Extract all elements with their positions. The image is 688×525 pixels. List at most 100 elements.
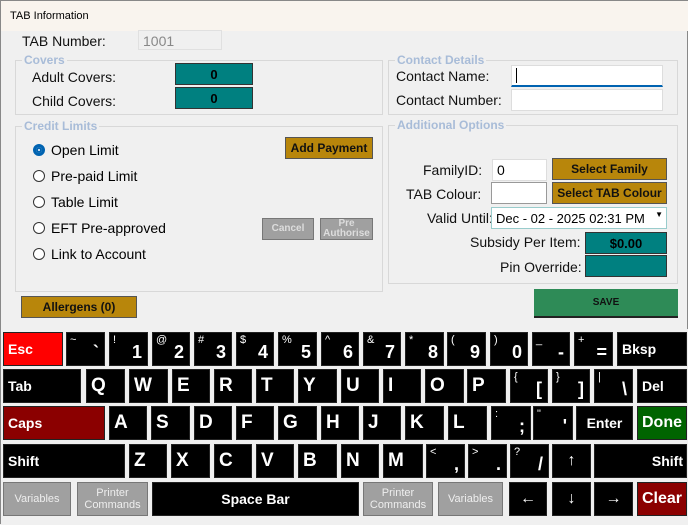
radio-icon[interactable] — [33, 144, 45, 156]
key-printer-commands[interactable]: Printer Commands — [363, 482, 433, 516]
key-t[interactable]: T — [256, 369, 294, 403]
radio-icon[interactable] — [33, 170, 45, 182]
key-done[interactable]: Done — [637, 406, 687, 440]
cancel-button[interactable]: Cancel — [262, 218, 314, 240]
contact-number-input[interactable] — [511, 89, 663, 111]
key-[interactable]: → — [594, 482, 633, 516]
key-[interactable]: | \ — [594, 369, 633, 403]
key-q[interactable]: Q — [86, 369, 125, 403]
key-space-bar[interactable]: Space Bar — [152, 482, 359, 516]
child-covers-field[interactable]: 0 — [175, 87, 253, 109]
tab-colour-swatch[interactable] — [491, 182, 547, 204]
key-[interactable]: ↓ — [552, 482, 591, 516]
key-g[interactable]: G — [278, 406, 317, 440]
key-printer-commands[interactable]: Printer Commands — [77, 482, 148, 516]
radio-icon[interactable] — [33, 248, 45, 260]
key-[interactable]: ? / — [510, 444, 549, 478]
key-del[interactable]: Del — [637, 369, 687, 403]
credit-limit-radio[interactable]: Open Limit — [33, 142, 119, 158]
key-variables[interactable]: Variables — [3, 482, 71, 516]
pre-authorise-button[interactable]: Pre Authorise — [320, 218, 373, 240]
key-8[interactable]: * 8 — [405, 332, 444, 366]
key-clear[interactable]: Clear — [637, 482, 687, 516]
select-family-button[interactable]: Select Family — [552, 158, 667, 180]
contact-name-input[interactable] — [511, 65, 663, 87]
key-bksp[interactable]: Bksp — [617, 332, 687, 366]
allergens-button[interactable]: Allergens (0) — [21, 296, 137, 318]
key-3[interactable]: #3 — [194, 332, 232, 366]
key-o[interactable]: O — [425, 369, 464, 403]
key-esc[interactable]: Esc — [3, 332, 63, 366]
key-7[interactable]: & 7 — [363, 332, 401, 366]
adult-covers-field[interactable]: 0 — [175, 63, 253, 85]
key-6[interactable]: ^ 6 — [321, 332, 359, 366]
key-k[interactable]: K — [405, 406, 444, 440]
key-d[interactable]: D — [194, 406, 232, 440]
key-[interactable]: {[ — [510, 369, 548, 403]
key-label: Printer Commands — [369, 487, 427, 511]
pin-override-field[interactable] — [585, 255, 667, 277]
key-shift[interactable]: Shift — [594, 444, 687, 478]
key-y[interactable]: Y — [298, 369, 337, 403]
key-z[interactable]: Z — [129, 444, 167, 478]
key-[interactable]: }] — [552, 369, 590, 403]
key-shift[interactable]: Shift — [3, 444, 125, 478]
valid-until-picker[interactable]: Dec - 02 - 2025 02:31 PM ▼ — [491, 207, 667, 229]
key-f[interactable]: F — [236, 406, 274, 440]
family-id-label: FamilyID: — [423, 162, 483, 178]
select-tab-colour-button[interactable]: Select TAB Colour — [552, 182, 667, 204]
key-shift-label: ) — [494, 334, 498, 346]
key-h[interactable]: H — [321, 406, 359, 440]
key-variables[interactable]: Variables — [438, 482, 503, 516]
key-a[interactable]: A — [109, 406, 147, 440]
save-button[interactable]: SAVE — [534, 289, 678, 318]
key-[interactable]: ~ ` — [66, 332, 105, 366]
key-b[interactable]: B — [298, 444, 337, 478]
key-u[interactable]: U — [341, 369, 379, 403]
subsidy-field[interactable]: $0.00 — [585, 232, 667, 254]
key-caps[interactable]: Caps — [3, 406, 105, 440]
key-4[interactable]: $4 — [236, 332, 274, 366]
credit-limit-radio[interactable]: Table Limit — [33, 194, 118, 210]
key-2[interactable]: @2 — [152, 332, 190, 366]
key-[interactable]: <, — [426, 444, 465, 478]
key-[interactable]: >. — [468, 444, 507, 478]
credit-limit-radio[interactable]: Pre-paid Limit — [33, 168, 137, 184]
credit-limit-radio[interactable]: Link to Account — [33, 246, 146, 262]
chevron-down-icon[interactable]: ▼ — [655, 210, 663, 219]
key-[interactable]: ↑ — [552, 444, 591, 478]
window-title: TAB Information — [1, 1, 688, 31]
key-[interactable]: :; — [491, 406, 531, 440]
key-label: V — [261, 450, 274, 471]
key-[interactable]: + = — [574, 332, 613, 366]
key-e[interactable]: E — [172, 369, 210, 403]
key-1[interactable]: ! 1 — [109, 332, 148, 366]
key-l[interactable]: L — [448, 406, 487, 440]
key-v[interactable]: V — [256, 444, 294, 478]
key-tab[interactable]: Tab — [3, 369, 81, 403]
key-[interactable]: _ - — [532, 332, 570, 366]
key-j[interactable]: J — [363, 406, 401, 440]
key-i[interactable]: I — [383, 369, 421, 403]
key-c[interactable]: C — [214, 444, 252, 478]
key-label: E — [177, 375, 190, 396]
radio-icon[interactable] — [33, 196, 45, 208]
key-[interactable]: " ' — [533, 406, 573, 440]
family-id-input[interactable]: 0 — [492, 159, 547, 181]
key-enter[interactable]: Enter — [576, 406, 633, 440]
key-[interactable]: ← — [509, 482, 547, 516]
key-s[interactable]: S — [151, 406, 190, 440]
credit-limit-radio[interactable]: EFT Pre-approved — [33, 220, 166, 236]
key-p[interactable]: P — [467, 369, 506, 403]
covers-title: Covers — [22, 53, 67, 67]
radio-icon[interactable] — [33, 222, 45, 234]
key-w[interactable]: W — [129, 369, 168, 403]
key-x[interactable]: X — [171, 444, 210, 478]
key-0[interactable]: ) 0 — [490, 332, 528, 366]
key-m[interactable]: M — [383, 444, 423, 478]
key-9[interactable]: (9 — [447, 332, 486, 366]
key-n[interactable]: N — [341, 444, 379, 478]
add-payment-button[interactable]: Add Payment — [285, 137, 373, 159]
key-5[interactable]: % 5 — [278, 332, 317, 366]
key-r[interactable]: R — [214, 369, 252, 403]
